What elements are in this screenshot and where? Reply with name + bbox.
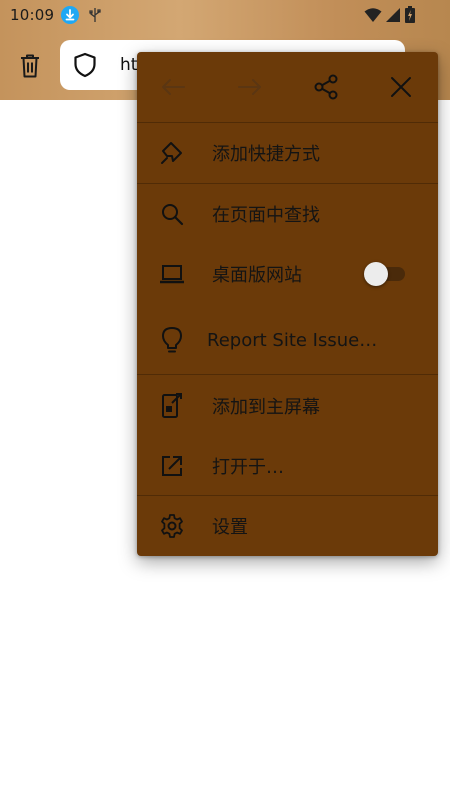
lightbulb-icon bbox=[159, 327, 185, 353]
pin-icon bbox=[159, 140, 185, 166]
menu-divider bbox=[137, 374, 438, 375]
share-icon[interactable] bbox=[312, 73, 340, 101]
menu-item-label: 添加到主屏幕 bbox=[212, 397, 320, 418]
search-icon bbox=[159, 201, 185, 227]
add-to-homescreen-icon bbox=[159, 393, 185, 419]
menu-divider bbox=[137, 183, 438, 184]
trash-icon[interactable] bbox=[14, 50, 46, 82]
menu-item-add-shortcut[interactable]: 添加快捷方式 bbox=[137, 125, 438, 181]
menu-item-label: 添加快捷方式 bbox=[212, 144, 320, 165]
menu-item-label: 桌面版网站 bbox=[212, 265, 302, 286]
toggle-knob[interactable] bbox=[364, 262, 388, 286]
signal-icon bbox=[385, 7, 401, 27]
menu-item-label: 设置 bbox=[212, 517, 248, 538]
menu-item-desktop-site[interactable]: 桌面版网站 bbox=[137, 246, 438, 302]
menu-top-bar bbox=[137, 52, 438, 122]
usb-icon bbox=[88, 7, 102, 23]
menu-item-settings[interactable]: 设置 bbox=[137, 498, 438, 554]
menu-item-open-in[interactable]: 打开于… bbox=[137, 438, 438, 494]
back-arrow-icon[interactable] bbox=[159, 73, 187, 101]
download-icon bbox=[61, 6, 80, 24]
menu-item-label: Report Site Issue… bbox=[207, 329, 378, 351]
menu-divider bbox=[137, 495, 438, 496]
menu-item-add-to-homescreen[interactable]: 添加到主屏幕 bbox=[137, 378, 438, 434]
gear-icon bbox=[159, 513, 185, 539]
wifi-icon bbox=[364, 7, 382, 27]
open-external-icon bbox=[159, 453, 185, 479]
menu-item-label: 打开于… bbox=[212, 457, 284, 478]
menu-item-find-in-page[interactable]: 在页面中查找 bbox=[137, 186, 438, 242]
close-icon[interactable] bbox=[387, 73, 415, 101]
menu-item-report-site-issue[interactable]: Report Site Issue… bbox=[137, 312, 438, 368]
forward-arrow-icon[interactable] bbox=[236, 73, 264, 101]
menu-item-label: 在页面中查找 bbox=[212, 205, 320, 226]
browser-menu: 添加快捷方式 在页面中查找 桌面版网站 Report Site Issue… 添… bbox=[137, 52, 438, 556]
shield-icon[interactable] bbox=[72, 52, 98, 78]
status-icons bbox=[364, 6, 416, 28]
battery-icon bbox=[404, 6, 416, 28]
laptop-icon bbox=[159, 261, 185, 287]
status-time: 10:09 bbox=[10, 6, 55, 24]
menu-divider bbox=[137, 122, 438, 123]
desktop-site-toggle[interactable] bbox=[364, 262, 405, 286]
status-bar: 10:09 bbox=[0, 0, 450, 30]
